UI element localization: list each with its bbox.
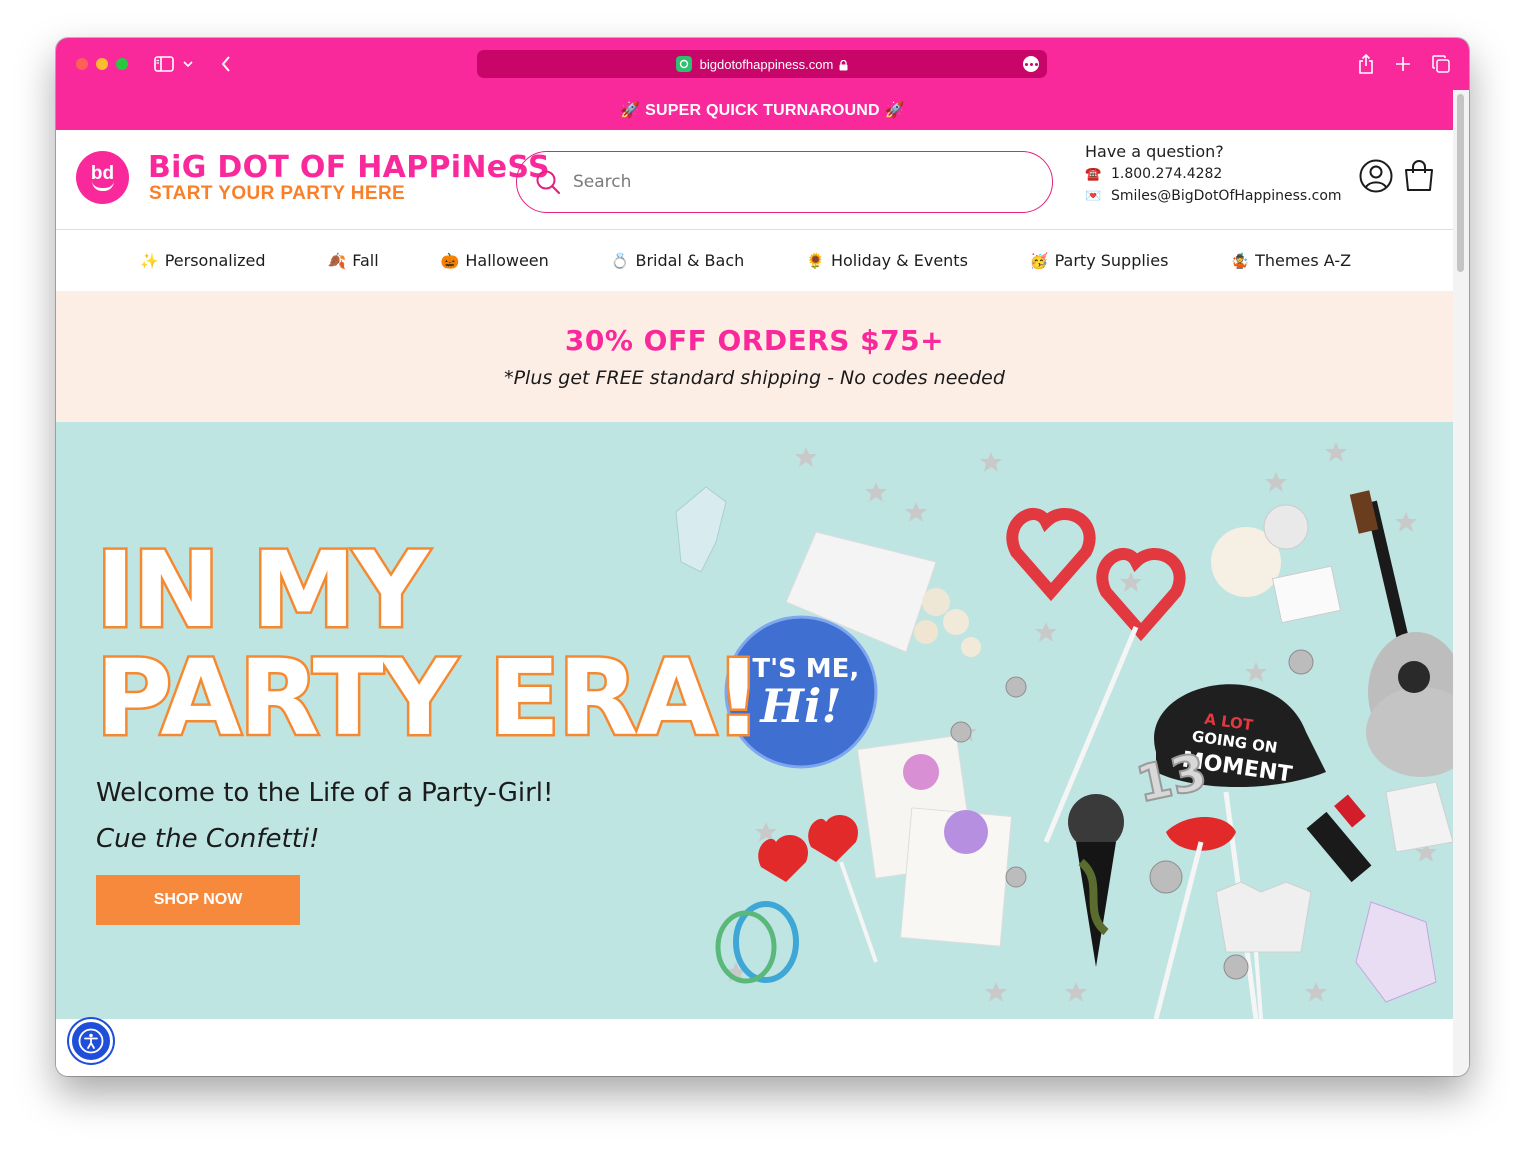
account-icon[interactable] (1358, 158, 1394, 194)
lock-icon (839, 59, 848, 70)
promo-banner[interactable]: 30% OFF ORDERS $75+ *Plus get FREE stand… (56, 291, 1453, 422)
phone-icon: ☎️ (1085, 166, 1102, 182)
hero-tagline: Cue the Confetti! (96, 824, 320, 854)
promo-subtext: *Plus get FREE standard shipping - No co… (504, 367, 1005, 389)
tab-overview-icon[interactable] (1429, 52, 1453, 76)
zoom-window-button[interactable] (116, 58, 128, 70)
chevron-down-icon[interactable] (180, 52, 196, 76)
email-address[interactable]: Smiles@BigDotOfHappiness.com (1111, 188, 1342, 204)
sunflower-icon: 🌻 (806, 251, 825, 270)
microphone-prop (1068, 794, 1124, 967)
url-text: bigdotofhappiness.com (699, 56, 834, 72)
paper-fortune-teller (1355, 781, 1453, 1003)
search-box[interactable] (516, 151, 1053, 213)
number-13-topper: 13 (1131, 743, 1211, 814)
contact-info: Have a question? ☎️ 1.800.274.4282 💌 Smile… (1085, 142, 1342, 210)
cardigan-prop (1215, 881, 1312, 1019)
nav-item-bridal-bach[interactable]: 💍 Bridal & Bach (611, 251, 744, 270)
main-nav: ✨ Personalized 🍂 Fall 🎃 Halloween 💍 Bridal &… (56, 230, 1469, 291)
nav-item-fall[interactable]: 🍂 Fall (328, 251, 379, 270)
more-options-icon[interactable] (1023, 56, 1039, 72)
promo-headline: 30% OFF ORDERS $75+ (564, 324, 945, 357)
search-icon (536, 170, 561, 195)
hero-title: IN MY PARTY ERA! (93, 529, 764, 759)
announcement-bar: 🚀 SUPER QUICK TURNAROUND 🚀 (56, 90, 1469, 130)
party-face-icon: 🥳 (1029, 251, 1049, 270)
guitar-prop (1349, 490, 1453, 777)
new-tab-icon[interactable] (1391, 52, 1415, 76)
logo[interactable]: bd (76, 151, 129, 204)
nav-item-holiday-events[interactable]: 🌻 Holiday & Events (806, 251, 968, 270)
accessibility-button[interactable] (69, 1019, 113, 1063)
hero-subtitle: Welcome to the Life of a Party-Girl! (96, 778, 554, 808)
sparkles-icon: ✨ (140, 251, 159, 270)
accessibility-icon (78, 1028, 104, 1054)
share-icon[interactable] (1354, 52, 1378, 76)
pumpkin-icon: 🎃 (440, 251, 460, 270)
brand-name[interactable]: BiG DOT OF HAPPiNeSS (148, 150, 550, 185)
cart-icon[interactable] (1401, 158, 1437, 194)
phone-number[interactable]: 1.800.274.4282 (1111, 166, 1222, 182)
leaves-icon: 🍂 (327, 251, 347, 270)
scrollbar-thumb[interactable] (1457, 94, 1464, 272)
cupcake (1211, 504, 1342, 624)
nav-item-themes-a-z[interactable]: 🤹 Themes A-Z (1230, 251, 1351, 270)
nav-item-halloween[interactable]: 🎃 Halloween (441, 251, 549, 270)
page-scrollbar[interactable] (1453, 90, 1469, 1076)
browser-toolbar: bigdotofhappiness.com (56, 38, 1469, 90)
search-input[interactable] (573, 172, 1013, 192)
brand-tagline: START YOUR PARTY HERE (149, 183, 406, 204)
close-window-button[interactable] (76, 58, 88, 70)
sidebar-icon[interactable] (152, 52, 176, 76)
hero-banner: IT'S ME, Hi! A LOT GOING ON MOMENT 13 IN… (56, 422, 1453, 1019)
svg-text:Hi!: Hi! (758, 679, 841, 733)
page-content-below (56, 1019, 1453, 1076)
address-bar[interactable]: bigdotofhappiness.com (477, 50, 1047, 78)
back-icon[interactable] (214, 52, 238, 76)
minimize-window-button[interactable] (96, 58, 108, 70)
juggler-icon: 🤹 (1230, 251, 1250, 270)
question-heading: Have a question? (1085, 142, 1224, 161)
nav-item-party-supplies[interactable]: 🥳 Party Supplies (1030, 251, 1169, 270)
invitation-cards (856, 735, 1013, 947)
nav-item-personalized[interactable]: ✨ Personalized (140, 251, 266, 270)
browser-window: bigdotofhappiness.com 🚀 SUPER QUICK TURN… (56, 38, 1469, 1076)
ring-icon: 💍 (610, 251, 630, 270)
lipstick (1306, 794, 1372, 883)
site-favicon (675, 56, 692, 72)
site-header: bd BiG DOT OF HAPPiNeSS START YOUR PARTY… (56, 130, 1469, 230)
shop-now-button[interactable]: SHOP NOW (96, 875, 300, 925)
envelope-icon: 💌 (1085, 188, 1102, 204)
